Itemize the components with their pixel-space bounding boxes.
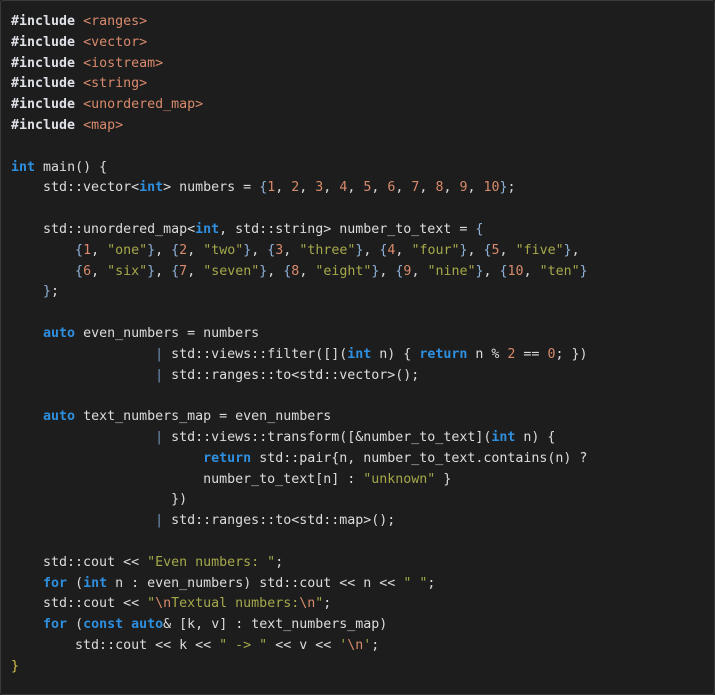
keyword-return: return — [203, 450, 252, 466]
keyword-int: int — [83, 575, 108, 591]
escape-sequence: \n — [155, 596, 172, 612]
string-literal: "seven" — [203, 263, 260, 279]
string-literal: " -> " — [219, 637, 268, 653]
closing-brace-main: } — [11, 658, 20, 674]
code-line: | std::views::transform([&number_to_text… — [155, 429, 556, 445]
escape-sequence: \n — [347, 637, 364, 653]
code-line: } — [11, 657, 714, 678]
include-header: <iostream> — [83, 55, 164, 71]
string-literal: "nine" — [427, 263, 476, 279]
keyword-auto: auto — [43, 409, 76, 425]
pipe-operator: | — [155, 429, 164, 445]
preprocessor-directive: #include — [11, 117, 76, 133]
pipe-operator: | — [155, 346, 164, 362]
include-header: <string> — [83, 76, 148, 92]
code-line: std::unordered_map<int, std::string> num… — [11, 221, 484, 237]
code-line: #include <iostream> — [11, 54, 714, 75]
code-line: #include <map> — [11, 116, 714, 137]
pipe-operator: | — [155, 513, 164, 529]
string-literal: "eight" — [315, 263, 372, 279]
code-line: number_to_text[n] : "unknown" } — [11, 471, 452, 487]
string-literal: "unknown" — [363, 471, 436, 487]
string-literal: "ten" — [539, 263, 580, 279]
keyword-for: for — [43, 617, 68, 633]
include-header: <ranges> — [83, 14, 148, 29]
code-line: auto even_numbers = numbers — [43, 325, 260, 341]
numeric-literal: 10 — [483, 180, 500, 196]
code-line: auto text_numbers_map = even_numbers — [43, 409, 332, 425]
code-line-blank — [11, 137, 714, 158]
preprocessor-directive: #include — [11, 55, 76, 71]
code-line: #include <vector> — [11, 33, 714, 54]
code-line: }; — [43, 284, 60, 300]
code-line: std::cout << "\nTextual numbers:\n"; — [11, 596, 332, 612]
string-literal: "one" — [107, 242, 148, 258]
code-line: #include <string> — [11, 74, 714, 95]
code-editor-pane[interactable]: #include <ranges> #include <vector> #inc… — [0, 0, 715, 695]
code-line: }) — [11, 492, 188, 508]
string-literal: "Even numbers: " — [147, 554, 276, 570]
code-line: #include <ranges> — [11, 12, 714, 33]
string-literal: "six" — [107, 263, 148, 279]
code-line: | std::ranges::to<std::vector>(); — [155, 367, 420, 383]
preprocessor-directive: #include — [11, 97, 76, 113]
include-header: <vector> — [83, 34, 148, 50]
preprocessor-directive: #include — [11, 34, 76, 50]
string-literal: " — [147, 596, 156, 612]
keyword-int: int — [347, 346, 372, 362]
string-literal: "three" — [299, 242, 356, 258]
include-header: <map> — [83, 117, 124, 133]
keyword-int: int — [11, 159, 36, 175]
keyword-for: for — [43, 575, 68, 591]
code-line: {6, "six"}, {7, "seven"}, {8, "eight"}, … — [75, 263, 588, 279]
code-line: | std::views::filter([](int n) { return … — [155, 346, 588, 362]
code-line: for (int n : even_numbers) std::cout << … — [43, 575, 436, 591]
escape-sequence: \n — [299, 596, 316, 612]
code-line: int main() { — [11, 159, 108, 175]
include-header: <unordered_map> — [83, 97, 204, 113]
code-line: std::vector<int> numbers = {1, 2, 3, 4, … — [11, 180, 516, 196]
string-literal: "four" — [411, 242, 460, 258]
keyword-auto: auto — [131, 617, 164, 633]
preprocessor-directive: #include — [11, 14, 76, 29]
keyword-const: const — [83, 617, 124, 633]
string-literal: "five" — [515, 242, 564, 258]
code-line-blank — [11, 303, 714, 324]
keyword-int: int — [491, 429, 516, 445]
code-line-blank — [11, 386, 714, 407]
string-literal: " " — [403, 575, 428, 591]
keyword-int: int — [139, 180, 164, 196]
code-line: std::cout << "Even numbers: "; — [11, 554, 284, 570]
code-line-blank — [11, 532, 714, 553]
function-name-main: main — [43, 159, 76, 175]
code-line: | std::ranges::to<std::map>(); — [155, 513, 396, 529]
code-line: std::cout << k << " -> " << v << '\n'; — [11, 637, 380, 653]
pipe-operator: | — [155, 367, 164, 383]
string-literal: "two" — [203, 242, 244, 258]
code-line: return std::pair{n, number_to_text.conta… — [203, 450, 588, 466]
code-line: {1, "one"}, {2, "two"}, {3, "three"}, {4… — [75, 242, 580, 258]
code-line: #include <unordered_map> — [11, 95, 714, 116]
code-line: for (const auto& [k, v] : text_numbers_m… — [43, 617, 388, 633]
code-line-blank — [11, 199, 714, 220]
keyword-return: return — [419, 346, 468, 362]
preprocessor-directive: #include — [11, 76, 76, 92]
keyword-int: int — [195, 221, 220, 237]
keyword-auto: auto — [43, 325, 76, 341]
